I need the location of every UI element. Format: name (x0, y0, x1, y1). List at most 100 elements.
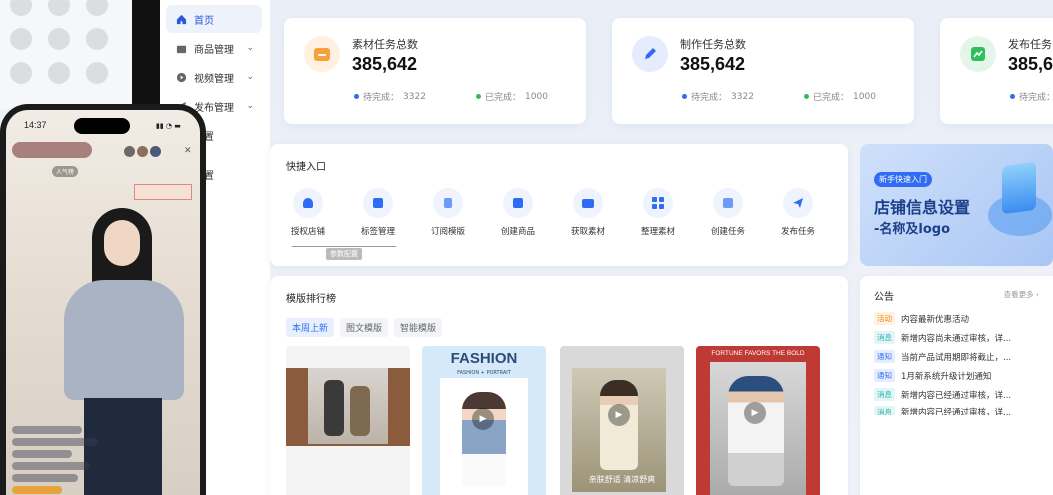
template-card[interactable]: FASHION FASHION + PORTRAIT ▶ (422, 346, 546, 495)
send-icon (783, 188, 813, 218)
sidebar-item-products[interactable]: 商品管理 ⌄ (166, 34, 262, 62)
template-card[interactable]: FORTUNE FAVORS THE BOLD ▶ (696, 346, 820, 495)
phone-screen: 14:37 ▮▮ ◔ ▬ 人气榜 ✕ (6, 110, 200, 495)
chat-message (12, 438, 98, 446)
template-ranking-panel: 模版排行榜 本周上新 图文模版 智能模版 FASHION FASHION + P… (270, 276, 848, 495)
stat-title: 制作任务总数 (680, 38, 746, 51)
home-icon (174, 12, 188, 26)
sidebar-item-videos[interactable]: 视频管理 ⌄ (166, 63, 262, 91)
chevron-down-icon: ⌄ (246, 43, 254, 53)
template-card[interactable]: ▶ 亲肤舒适 清凉舒爽 (560, 346, 684, 495)
plus-icon (713, 188, 743, 218)
chat-message (12, 462, 90, 470)
play-icon[interactable]: ▶ (472, 408, 494, 430)
phone-time: 14:37 (24, 120, 47, 130)
notice-item[interactable]: 消息 新增内容已经通过审核，详... (874, 388, 1044, 401)
template-title: FASHION (450, 350, 518, 367)
folder-icon (573, 188, 603, 218)
tooltip: 参数配置 (326, 248, 362, 260)
quick-item-organize-material[interactable]: 整理素材 (628, 188, 688, 237)
banner-tag: 新手快速入门 (874, 172, 932, 187)
banner-title: 店铺信息设置 (874, 198, 971, 217)
close-icon[interactable]: ✕ (184, 146, 192, 156)
phone-mockup: 14:37 ▮▮ ◔ ▬ 人气榜 ✕ (0, 104, 206, 495)
stat-value: 385,6 (1008, 54, 1053, 74)
streamer-badge (12, 142, 92, 158)
play-icon[interactable]: ▶ (608, 404, 630, 426)
tab-new-this-week[interactable]: 本周上新 (286, 318, 335, 337)
notice-item[interactable]: 活动 内容最新优惠活动 (874, 312, 1044, 325)
quick-item-create-product[interactable]: 创建商品 (488, 188, 548, 237)
stat-card-material: 素材任务总数 385,642 待完成： 3322 已完成： 1000 (284, 18, 586, 124)
stat-pending: 待完成： 3322 (682, 90, 754, 103)
stat-done: 已完成： 1000 (476, 90, 548, 103)
sidebar-item-label: 视频管理 (194, 73, 234, 85)
phone-notch (74, 118, 130, 134)
promo-sticker (134, 184, 192, 200)
tab-image-text[interactable]: 图文模版 (340, 318, 389, 337)
card-illustration (1002, 161, 1036, 215)
sidebar-item-label: 发布管理 (194, 102, 234, 114)
banner-subtitle: -名称及logo (874, 222, 951, 237)
notice-panel: 公告 查看更多 › 活动 内容最新优惠活动 消息 新增内容尚未通过审核，详... 通… (860, 276, 1053, 495)
notice-item[interactable]: 消息 新增内容尚未通过审核，详... (874, 331, 1044, 344)
section-title: 模版排行榜 (286, 294, 336, 305)
quick-item-create-task[interactable]: 创建任务 (698, 188, 758, 237)
play-icon (174, 70, 188, 84)
chevron-down-icon: ⌄ (246, 72, 254, 82)
model-photo (308, 368, 388, 444)
chat-message (12, 474, 78, 482)
store-icon (293, 188, 323, 218)
rank-badge: 人气榜 (52, 166, 79, 177)
shop-icon (174, 41, 188, 55)
signal-icon: ▮▮ ◔ ▬ (156, 122, 181, 130)
play-icon[interactable]: ▶ (744, 402, 766, 424)
quick-item-tags[interactable]: 标签管理 (348, 188, 408, 237)
sidebar-item-home[interactable]: 首页 (166, 5, 262, 33)
chevron-down-icon: ⌄ (246, 101, 254, 111)
notice-item[interactable]: 消息 新增内容已经通过审核，详... (874, 406, 1044, 415)
hover-underline (292, 246, 396, 247)
grid-icon (643, 188, 673, 218)
stat-card-publish: 发布任务 385,6 待完成： (940, 18, 1053, 124)
bag-icon (503, 188, 533, 218)
chat-message (12, 426, 82, 434)
streamer-face (104, 220, 140, 266)
document-icon (433, 188, 463, 218)
chart-up-icon (960, 36, 996, 72)
pen-icon (632, 36, 668, 72)
tag-icon (363, 188, 393, 218)
folder-icon (304, 36, 340, 72)
stat-pending: 待完成： 3322 (354, 90, 426, 103)
quick-entry-panel: 快捷入口 授权店铺 标签管理 订阅模版 创建商品 获取素材 整理素材 创建任务 (270, 144, 848, 266)
section-title: 公告 (874, 292, 894, 303)
quick-item-publish-task[interactable]: 发布任务 (768, 188, 828, 237)
main-content: 素材任务总数 385,642 待完成： 3322 已完成： 1000 制作任务总数 … (270, 0, 1053, 495)
streamer-sweater (64, 280, 184, 400)
quick-item-subscribe-template[interactable]: 订阅模版 (418, 188, 478, 237)
sidebar-item-label: 商品管理 (194, 44, 234, 56)
notice-item[interactable]: 通知 1月新系统升级计划通知 (874, 369, 1044, 382)
streamer-pants (84, 398, 162, 495)
chat-message (12, 450, 72, 458)
chat-message (12, 486, 62, 494)
ranking-tabs: 本周上新 图文模版 智能模版 (286, 318, 443, 337)
sidebar-item-label: 首页 (194, 15, 214, 27)
stat-value: 385,642 (680, 54, 746, 74)
template-card[interactable] (286, 346, 410, 495)
quick-item-get-material[interactable]: 获取素材 (558, 188, 618, 237)
stat-value: 385,642 (352, 54, 418, 74)
stat-done: 已完成： 1000 (804, 90, 876, 103)
section-title: 快捷入口 (286, 162, 326, 173)
notice-item[interactable]: 通知 当前产品试用期即将截止，... (874, 350, 1044, 363)
stat-title: 素材任务总数 (352, 38, 418, 51)
stat-title: 发布任务 (1008, 38, 1052, 51)
template-caption: 亲肤舒适 清凉舒爽 (588, 475, 656, 484)
quick-item-authorize-store[interactable]: 授权店铺 (278, 188, 338, 237)
onboarding-banner[interactable]: 新手快速入门 店铺信息设置 -名称及logo (860, 144, 1053, 266)
stat-card-production: 制作任务总数 385,642 待完成： 3322 已完成： 1000 (612, 18, 914, 124)
viewer-avatars (124, 146, 164, 158)
tab-smart[interactable]: 智能模版 (394, 318, 443, 337)
view-more-link[interactable]: 查看更多 › (1004, 289, 1039, 300)
stat-pending: 待完成： (1010, 90, 1053, 103)
